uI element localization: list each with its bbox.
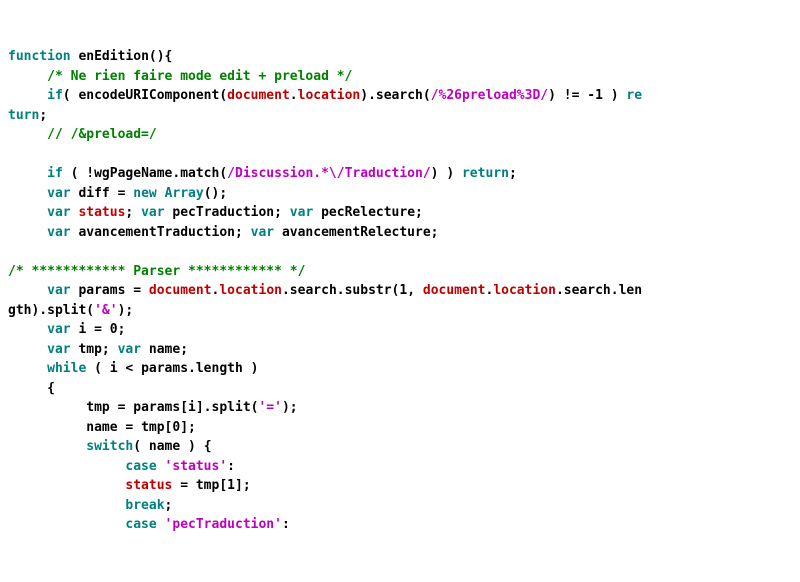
keyword: var bbox=[141, 205, 164, 220]
keyword: case bbox=[125, 459, 156, 474]
code-text: ).search( bbox=[360, 88, 430, 103]
object: status bbox=[78, 205, 125, 220]
object: status bbox=[125, 478, 172, 493]
code-text: ) ) bbox=[431, 166, 462, 181]
code-block: function enEdition(){ /* Ne rien faire m… bbox=[8, 49, 642, 532]
code-text: i = 0; bbox=[71, 322, 126, 337]
keyword: var bbox=[47, 322, 70, 337]
string: 'pecTraduction' bbox=[165, 517, 282, 532]
code-text: pecTraduction; bbox=[165, 205, 290, 220]
keyword: var bbox=[251, 225, 274, 240]
code-text: enEdition(){ bbox=[71, 49, 173, 64]
code-text: avancementTraduction; bbox=[71, 225, 251, 240]
keyword: re bbox=[626, 88, 642, 103]
keyword: var bbox=[47, 342, 70, 357]
keyword: turn bbox=[8, 108, 39, 123]
keyword: var bbox=[47, 283, 70, 298]
keyword: case bbox=[125, 517, 156, 532]
string: '=' bbox=[258, 400, 281, 415]
comment: /* ************ Parser ************ */ bbox=[8, 264, 305, 279]
code-text: ; bbox=[125, 205, 141, 220]
code-text: tmp = params[i].split( bbox=[86, 400, 258, 415]
code-text: name; bbox=[141, 342, 188, 357]
code-text: gth).split( bbox=[8, 303, 94, 318]
string: 'status' bbox=[165, 459, 228, 474]
string: '&' bbox=[94, 303, 117, 318]
comment: // /&preload=/ bbox=[47, 127, 157, 142]
code-text: ; bbox=[509, 166, 517, 181]
code-text bbox=[157, 459, 165, 474]
code-text: ( !wgPageName.match( bbox=[63, 166, 227, 181]
builtin: Array bbox=[165, 186, 204, 201]
keyword: new bbox=[133, 186, 156, 201]
keyword: if bbox=[47, 166, 63, 181]
keyword: while bbox=[47, 361, 86, 376]
keyword: return bbox=[462, 166, 509, 181]
object: location bbox=[493, 283, 556, 298]
code-text: . bbox=[290, 88, 298, 103]
code-text bbox=[157, 186, 165, 201]
code-text: ) != -1 ) bbox=[548, 88, 626, 103]
keyword: if bbox=[47, 88, 63, 103]
keyword: var bbox=[290, 205, 313, 220]
code-text: diff = bbox=[71, 186, 134, 201]
object: document bbox=[423, 283, 486, 298]
keyword: var bbox=[47, 186, 70, 201]
code-text: avancementRelecture; bbox=[274, 225, 438, 240]
code-text: ); bbox=[282, 400, 298, 415]
code-text bbox=[157, 517, 165, 532]
code-text: name = tmp[0]; bbox=[86, 420, 196, 435]
code-text: ( name ) { bbox=[133, 439, 211, 454]
code-text: params = bbox=[71, 283, 149, 298]
keyword: var bbox=[118, 342, 141, 357]
object: document bbox=[227, 88, 290, 103]
code-text: : bbox=[282, 517, 290, 532]
keyword: var bbox=[47, 205, 70, 220]
code-text: ( i < params.length ) bbox=[86, 361, 258, 376]
code-text: { bbox=[47, 381, 55, 396]
code-text: .search.substr(1, bbox=[282, 283, 423, 298]
object: location bbox=[219, 283, 282, 298]
regex: /%26preload%3D/ bbox=[431, 88, 548, 103]
code-text: (); bbox=[204, 186, 227, 201]
regex: /Discussion.*\/Traduction/ bbox=[227, 166, 431, 181]
object: document bbox=[149, 283, 212, 298]
keyword: var bbox=[47, 225, 70, 240]
code-text: : bbox=[227, 459, 235, 474]
comment: /* Ne rien faire mode edit + preload */ bbox=[47, 69, 352, 84]
code-text: ); bbox=[118, 303, 134, 318]
code-text: ( encodeURIComponent( bbox=[63, 88, 227, 103]
code-text: .search.len bbox=[556, 283, 642, 298]
keyword: switch bbox=[86, 439, 133, 454]
code-text: = tmp[1]; bbox=[172, 478, 250, 493]
code-text: tmp; bbox=[71, 342, 118, 357]
code-text: pecRelecture; bbox=[313, 205, 423, 220]
code-text: ; bbox=[39, 108, 47, 123]
keyword: function bbox=[8, 49, 71, 64]
object: location bbox=[298, 88, 361, 103]
